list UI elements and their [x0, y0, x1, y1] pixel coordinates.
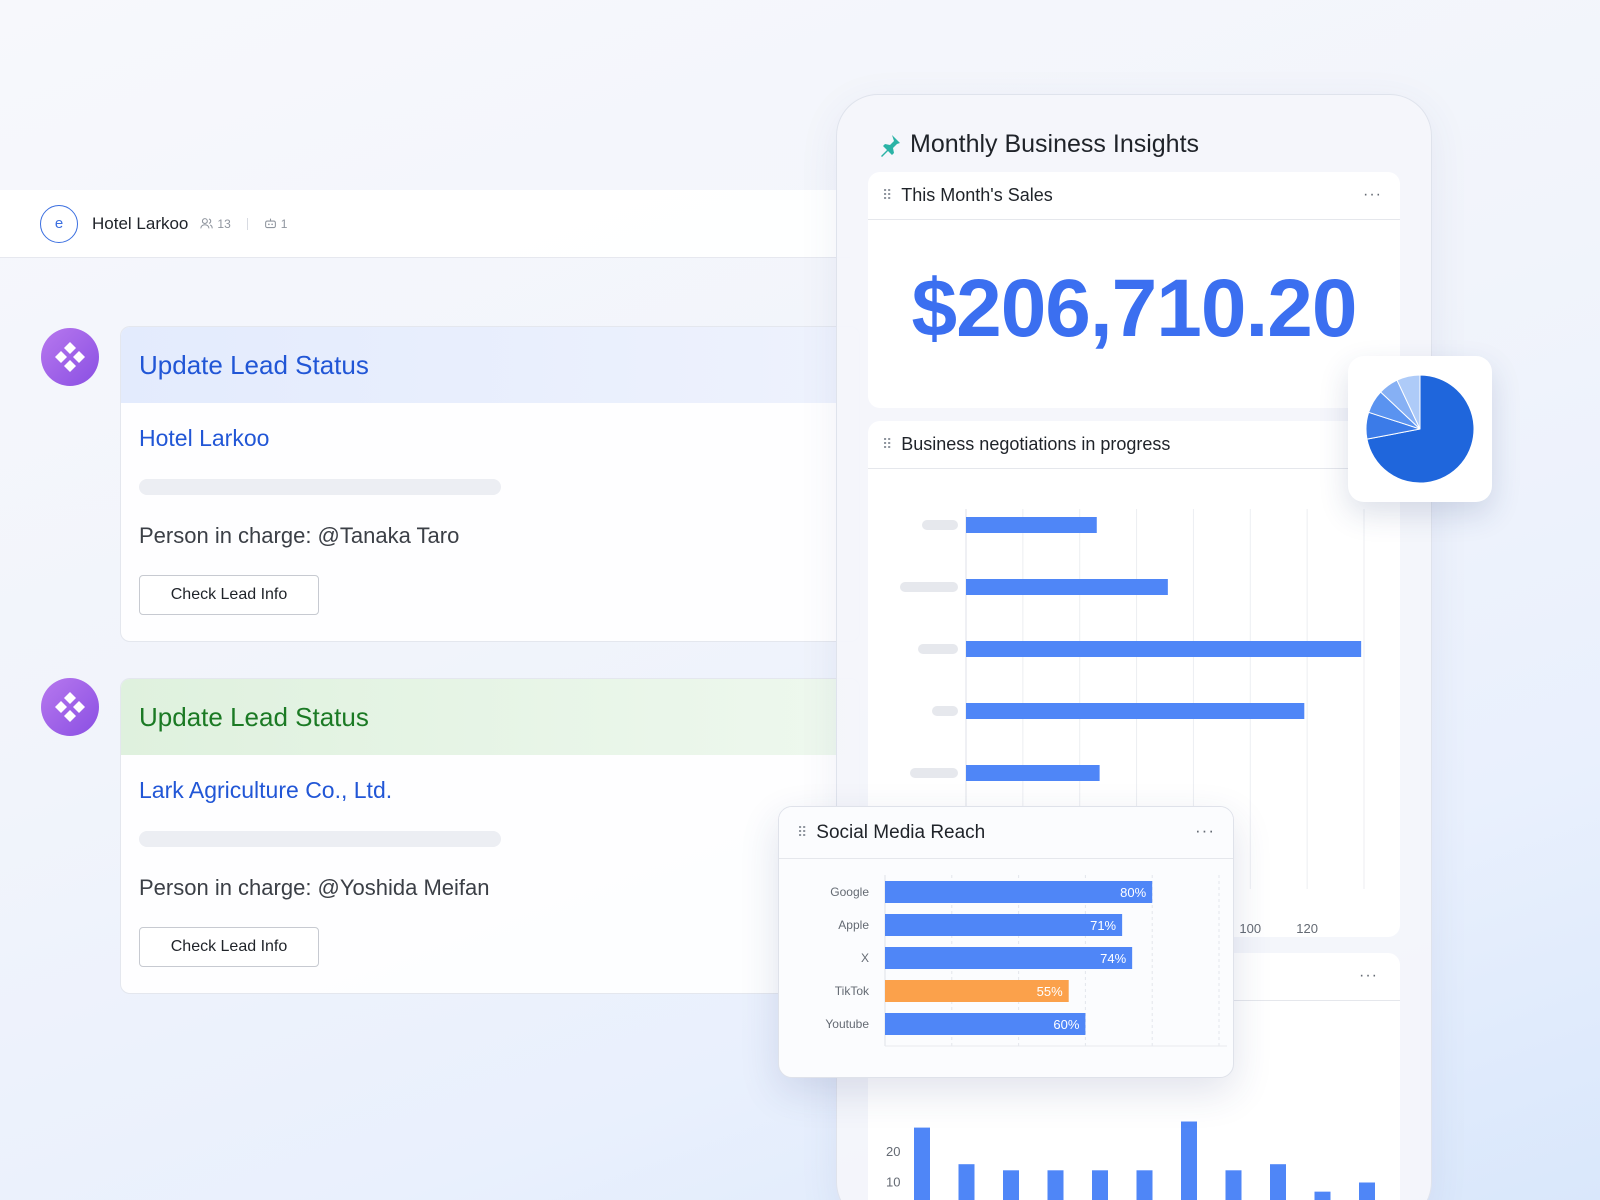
- bar: [1092, 1170, 1108, 1200]
- card-person-in-charge: Person in charge: @Yoshida Meifan: [139, 875, 490, 900]
- bar: [1047, 1170, 1064, 1200]
- category-placeholder: [918, 644, 958, 654]
- more-options-icon[interactable]: ···: [1359, 967, 1378, 985]
- dashboard-title-text: Monthly Business Insights: [910, 130, 1200, 158]
- category-placeholder: [932, 706, 958, 716]
- data-label: 71%: [1090, 918, 1116, 933]
- member-count-value: 13: [217, 216, 231, 231]
- check-lead-info-button[interactable]: Check Lead Info: [139, 575, 319, 615]
- placeholder-bar: [139, 831, 501, 847]
- tick-label: 120: [1296, 921, 1318, 936]
- drag-handle-icon[interactable]: ⠿: [882, 187, 892, 204]
- app-frame: e Hotel Larkoo 13 1 Update Lead Status H…: [0, 0, 1600, 1200]
- members-icon: [200, 218, 214, 229]
- bar: [966, 641, 1362, 657]
- social-media-widget: ⠿ Social Media Reach ··· Google 80% Apple 7…: [778, 806, 1234, 1078]
- lead-card: Update Lead Status Lark Agriculture Co.,…: [120, 678, 860, 994]
- widget-title: Social Media Reach: [816, 821, 986, 843]
- category-label: Apple: [838, 918, 869, 932]
- meta-divider: [246, 217, 248, 230]
- bar: [966, 765, 1100, 781]
- category-label: Google: [830, 885, 869, 899]
- group-avatar[interactable]: e: [40, 204, 78, 243]
- bot-count-value: 1: [280, 216, 288, 231]
- bar: [885, 881, 1153, 903]
- bot-icon: [264, 218, 276, 229]
- drag-handle-icon[interactable]: ⠿: [882, 436, 892, 453]
- sales-widget: ⠿ This Month's Sales ··· $206,710.20: [868, 172, 1400, 408]
- data-label: 74%: [1100, 951, 1126, 966]
- tick-label: 100: [1239, 921, 1261, 936]
- tick-label: 20: [886, 1144, 900, 1159]
- member-count[interactable]: 13: [200, 216, 231, 231]
- bar: [966, 517, 1097, 533]
- check-lead-info-button[interactable]: Check Lead Info: [139, 927, 319, 967]
- pie-chart-card[interactable]: [1348, 356, 1492, 502]
- bot-logo-icon: [55, 342, 85, 372]
- category-placeholder: [922, 520, 958, 530]
- bar: [1314, 1191, 1331, 1200]
- drag-handle-icon[interactable]: ⠿: [797, 824, 807, 841]
- category-placeholder: [910, 768, 958, 778]
- bar: [958, 1164, 975, 1200]
- more-options-icon[interactable]: ···: [1363, 186, 1382, 204]
- social-reach-chart: Google 80% Apple 71% X 74% TikTok 55% Youtube 60%: [825, 875, 1227, 1047]
- bar: [1003, 1170, 1019, 1200]
- bar: [1270, 1164, 1286, 1200]
- widget-header: ⠿ Social Media Reach ···: [779, 807, 1233, 859]
- placeholder-bar: [139, 479, 501, 495]
- card-header: Update Lead Status: [121, 679, 859, 755]
- bar: [1136, 1170, 1153, 1200]
- bar: [1225, 1170, 1242, 1200]
- bar: [1181, 1121, 1197, 1200]
- bot-avatar[interactable]: [41, 678, 99, 736]
- pin-icon: [881, 134, 900, 157]
- data-label: 55%: [1037, 984, 1063, 999]
- category-label: X: [861, 951, 869, 965]
- bar: [966, 703, 1305, 719]
- widget-header: ⠿ Business negotiations in progress: [868, 421, 1400, 469]
- card-person-in-charge: Person in charge: @Tanaka Taro: [139, 523, 460, 548]
- card-company-link[interactable]: Lark Agriculture Co., Ltd.: [139, 777, 392, 804]
- bot-logo-icon: [55, 692, 85, 722]
- more-options-icon[interactable]: ···: [1195, 821, 1215, 841]
- bot-count[interactable]: 1: [264, 216, 288, 231]
- bar: [966, 579, 1168, 595]
- bar: [885, 914, 1123, 936]
- bar: [1359, 1182, 1375, 1200]
- bar: [885, 947, 1133, 969]
- widget-title: This Month's Sales: [901, 185, 1053, 205]
- data-label: 80%: [1120, 885, 1146, 900]
- widget-title: Business negotiations in progress: [901, 434, 1171, 454]
- pie-chart: [1365, 374, 1475, 484]
- avatar-letter: e: [54, 215, 64, 232]
- card-header: Update Lead Status: [121, 327, 859, 403]
- card-company-link[interactable]: Hotel Larkoo: [139, 425, 269, 452]
- sales-value: $206,710.20: [911, 263, 1357, 354]
- category-label: TikTok: [835, 984, 870, 998]
- category-placeholder: [900, 582, 958, 592]
- lead-card: Update Lead Status Hotel Larkoo Person i…: [120, 326, 860, 642]
- bot-avatar[interactable]: [41, 328, 99, 386]
- tick-label: 10: [886, 1175, 900, 1190]
- category-label: Youtube: [825, 1017, 869, 1031]
- chat-header: e Hotel Larkoo 13 1: [0, 190, 850, 258]
- data-label: 60%: [1053, 1017, 1079, 1032]
- widget-header: ⠿ This Month's Sales ···: [868, 172, 1400, 220]
- chat-title[interactable]: Hotel Larkoo: [92, 214, 188, 234]
- dashboard-title: Monthly Business Insights: [878, 130, 1199, 159]
- bar: [914, 1127, 930, 1200]
